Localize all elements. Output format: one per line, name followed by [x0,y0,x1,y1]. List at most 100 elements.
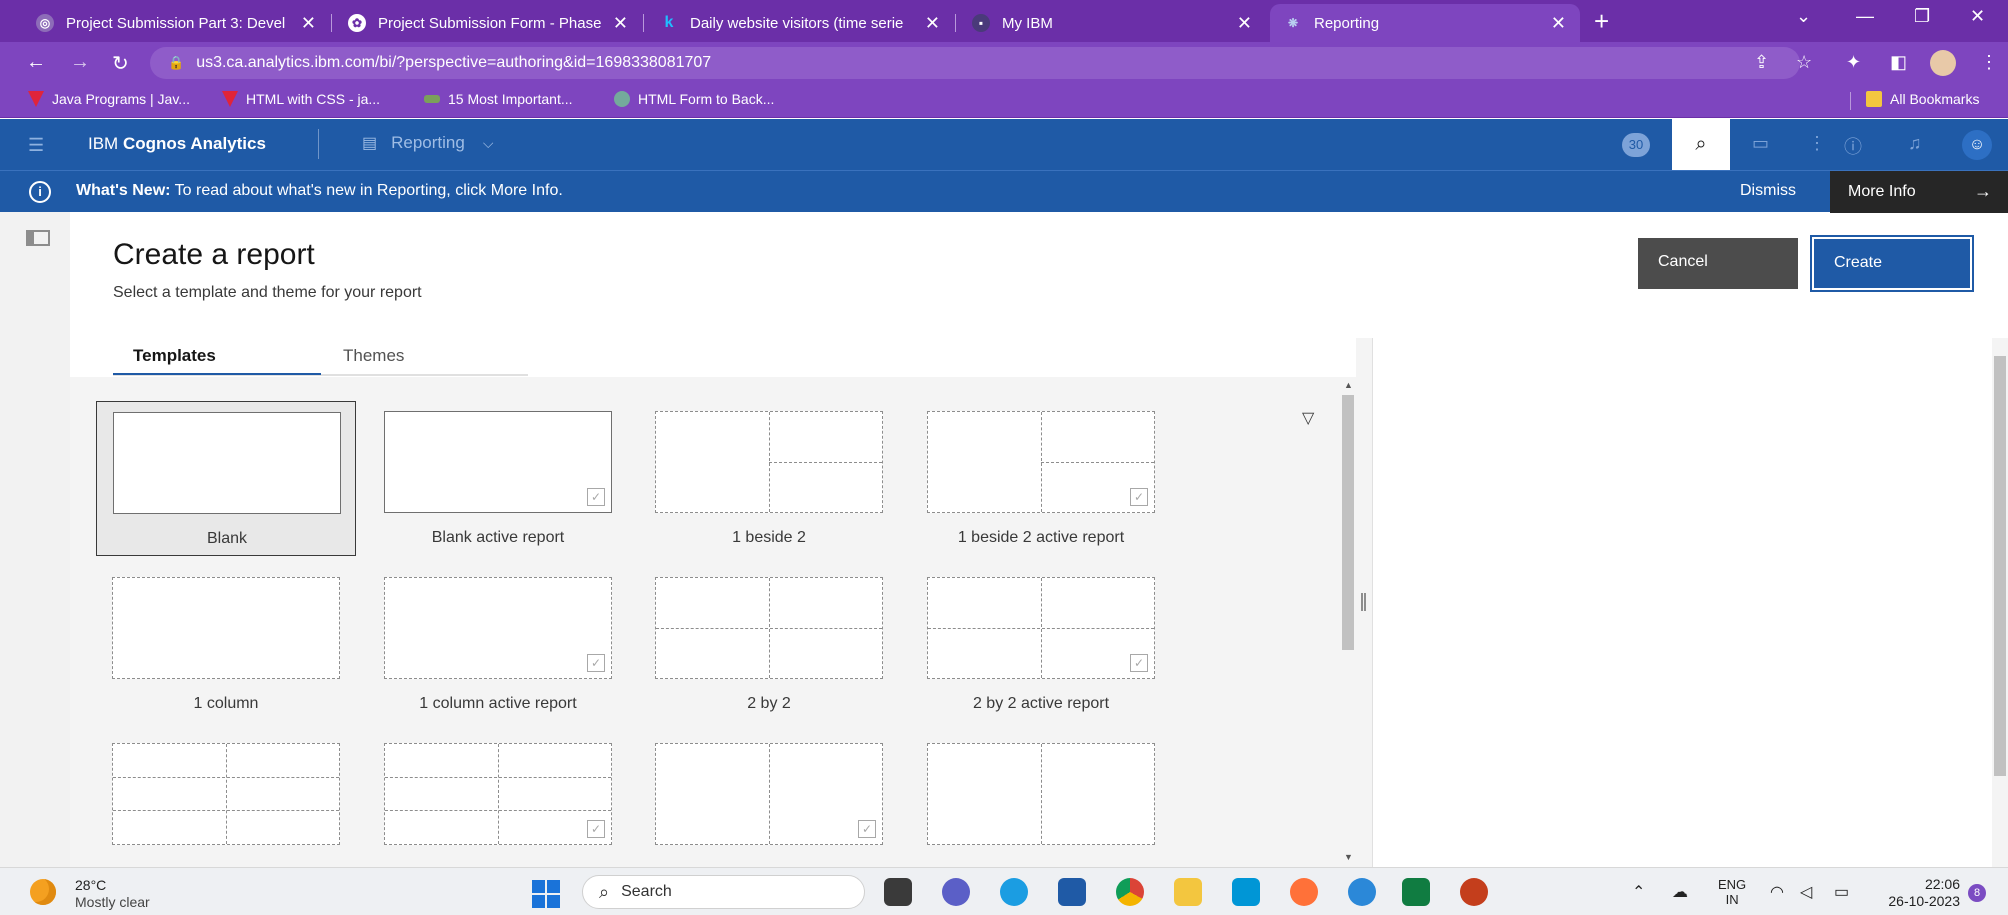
tab-search-icon[interactable]: ⌄ [1796,6,1811,27]
wifi-icon[interactable]: ◠ [1770,882,1784,902]
bookmark-1[interactable]: Java Programs | Jav... [28,91,190,107]
notification-count-badge[interactable]: 30 [1622,133,1650,157]
cloud-icon[interactable]: ☁ [1672,882,1688,902]
chat-icon[interactable]: ▭ [1752,133,1769,154]
browser-tab-4[interactable]: ▪ My IBM ✕ [958,4,1266,42]
page-scrollbar[interactable] [1992,338,2008,867]
side-panel-icon[interactable]: ◧ [1890,52,1907,73]
scroll-up-icon[interactable]: ▲ [1344,380,1353,390]
close-tab-icon[interactable]: ✕ [1237,13,1252,34]
firefox-icon[interactable] [1290,878,1318,906]
clock[interactable]: 22:06 26-10-2023 [1872,876,1960,910]
flower-icon: ✿ [348,14,366,32]
page-subtitle: Select a template and theme for your rep… [113,284,422,301]
tab-templates[interactable]: Templates [133,346,216,366]
more-info-button[interactable]: More Info → [1830,171,2008,213]
browser-tab-2[interactable]: ✿ Project Submission Form - Phase ✕ [334,4,642,42]
chrome-icon[interactable] [1116,878,1144,906]
edge-icon[interactable] [1000,878,1028,906]
close-tab-icon[interactable]: ✕ [301,13,316,34]
weather-condition[interactable]: Mostly clear [75,894,150,910]
template-tile[interactable] [911,733,1171,867]
windows-start-icon[interactable] [532,880,560,908]
template-tile[interactable]: ✓ 1 beside 2 active report [911,401,1171,556]
template-tile[interactable]: ✓ 1 column active report [368,567,628,722]
all-bookmarks[interactable]: All Bookmarks [1866,91,1979,107]
powerpoint-icon[interactable] [1460,878,1488,906]
template-tile[interactable]: ✓ 2 by 2 active report [911,567,1171,722]
bookmark-2[interactable]: HTML with CSS - ja... [222,91,380,107]
template-tile[interactable] [96,733,356,867]
more-vertical-icon[interactable]: ⋮ [1808,133,1826,154]
preview-pane [1372,338,1992,867]
language-indicator[interactable]: ENG IN [1718,877,1746,907]
excel-icon[interactable] [1402,878,1430,906]
toggle-panel-icon[interactable] [26,230,50,246]
tab-themes[interactable]: Themes [343,346,404,366]
menu-icon[interactable]: ☰ [28,135,44,156]
close-window-icon[interactable]: ✕ [1970,6,1985,27]
bell-icon[interactable]: ♫ [1908,133,1922,154]
file-explorer-icon[interactable] [1174,878,1202,906]
template-tile[interactable]: ✓ [639,733,899,867]
info-icon: i [29,181,51,203]
bookmark-3[interactable]: 15 Most Important... [424,91,573,107]
template-gallery: Blank ✓ Blank active report 1 beside 2 ✓ 1 be… [70,377,1340,867]
template-tile[interactable]: 1 beside 2 [639,401,899,556]
browser-tab-3[interactable]: k Daily website visitors (time serie ✕ [646,4,954,42]
weather-moon-icon[interactable] [30,879,56,905]
template-tile[interactable]: ✓ [368,733,628,867]
reload-icon[interactable]: ↻ [112,51,129,76]
taskbar-search[interactable]: ⌕ Search [582,875,865,909]
dismiss-button[interactable]: Dismiss [1740,182,1796,200]
hp-icon[interactable] [1232,878,1260,906]
template-tile[interactable]: Blank [96,401,356,556]
temperature[interactable]: 28°C [75,877,106,893]
bookmark-star-icon[interactable]: ☆ [1796,52,1812,73]
tab-title: Project Submission Form - Phase [378,14,602,32]
battery-icon[interactable]: ▭ [1834,882,1849,902]
cancel-button[interactable]: Cancel [1638,238,1798,289]
close-tab-icon[interactable]: ✕ [613,13,628,34]
template-tile[interactable]: ✓ Blank active report [368,401,628,556]
chevron-down-icon: ⌵ [482,134,494,151]
volume-icon[interactable]: ◁ [1800,882,1812,902]
teams-icon[interactable] [942,878,970,906]
restore-icon[interactable]: ❐ [1914,6,1930,27]
gallery-scroll-thumb[interactable] [1342,395,1354,650]
active-report-icon: ✓ [587,820,605,838]
browser-menu-icon[interactable]: ⋮ [1980,52,1998,73]
pane-splitter[interactable] [1356,338,1372,867]
minimize-icon[interactable]: — [1856,6,1874,27]
user-icon[interactable]: ☺ [1962,130,1992,160]
template-thumbnail [655,577,883,679]
filter-icon[interactable]: ▽ [1302,408,1314,428]
template-tile[interactable]: 2 by 2 [639,567,899,722]
browser-tab-1[interactable]: ◎ Project Submission Part 3: Devel ✕ [22,4,330,42]
perspective-switcher[interactable]: ▤ Reporting ⌵ [362,133,493,153]
help-app-icon[interactable] [1348,878,1376,906]
create-button[interactable]: Create [1810,235,1974,292]
close-tab-icon[interactable]: ✕ [925,13,940,34]
forward-icon[interactable]: → [70,51,90,74]
active-report-icon: ✓ [858,820,876,838]
new-tab-icon[interactable]: + [1594,6,1609,37]
scroll-down-icon[interactable]: ▼ [1344,852,1353,862]
back-icon[interactable]: ← [26,51,46,74]
extensions-icon[interactable]: ✦ [1846,52,1861,73]
bookmark-4[interactable]: HTML Form to Back... [614,91,774,107]
task-view-icon[interactable] [884,878,912,906]
store-icon[interactable] [1058,878,1086,906]
browser-tab-5[interactable]: ❋ Reporting ✕ [1270,4,1580,42]
search-icon[interactable]: ⌕ [1672,119,1730,170]
url-bar[interactable]: 🔒 us3.ca.analytics.ibm.com/bi/?perspecti… [150,47,1800,79]
profile-avatar[interactable] [1930,50,1956,76]
chevron-up-icon[interactable]: ⌃ [1632,882,1645,902]
whats-new-message: What's New: To read about what's new in … [76,182,563,199]
template-tile[interactable]: 1 column [96,567,356,722]
notification-badge[interactable]: 8 [1968,884,1986,902]
help-icon[interactable]: ⓘ [1844,133,1862,159]
close-tab-icon[interactable]: ✕ [1551,13,1566,34]
share-icon[interactable]: ⇪ [1754,52,1769,73]
search-icon: ⌕ [599,881,610,902]
